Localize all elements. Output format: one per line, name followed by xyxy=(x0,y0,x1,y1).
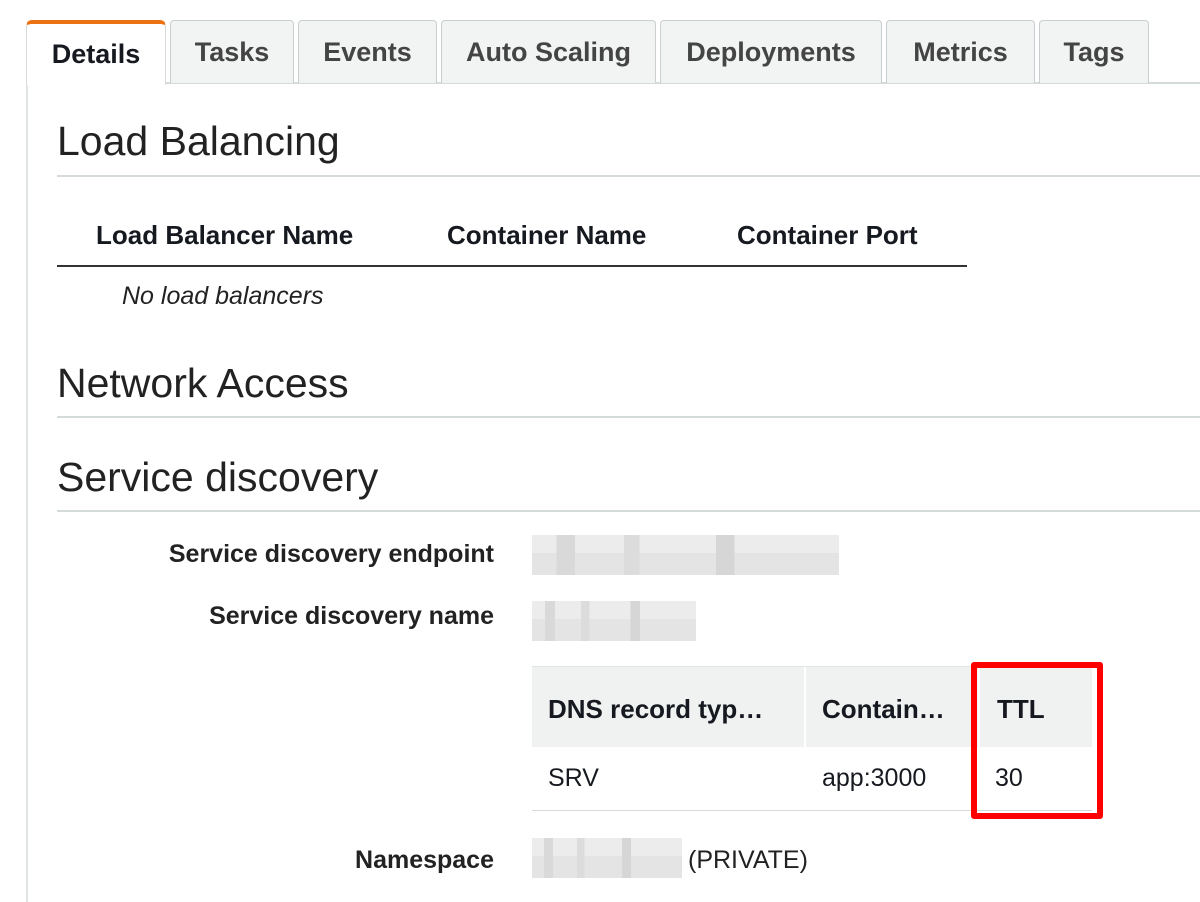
tab-tags[interactable]: Tags xyxy=(1039,20,1149,83)
service-discovery-divider xyxy=(57,510,1200,512)
load-balancing-divider xyxy=(57,175,1200,177)
network-access-divider xyxy=(57,416,1200,418)
tab-deployments[interactable]: Deployments xyxy=(660,20,882,83)
lb-column-load-balancer-name[interactable]: Load Balancer Name xyxy=(96,220,353,251)
tab-metrics[interactable]: Metrics xyxy=(886,20,1035,83)
dns-column-container[interactable]: Contain… xyxy=(822,694,945,725)
dns-column-separator xyxy=(804,667,806,748)
lb-column-container-port[interactable]: Container Port xyxy=(737,220,918,251)
lb-table-header-rule xyxy=(57,265,967,267)
service-discovery-endpoint-redacted xyxy=(532,535,839,575)
service-discovery-endpoint-label: Service discovery endpoint xyxy=(168,540,494,568)
dns-cell-container: app:3000 xyxy=(822,764,927,792)
service-discovery-name-label: Service discovery name xyxy=(209,602,494,630)
tab-auto-scaling[interactable]: Auto Scaling xyxy=(441,20,656,83)
tab-bar: Details Tasks Events Auto Scaling Deploy… xyxy=(0,0,1200,85)
content-frame-border xyxy=(26,84,28,902)
dns-cell-record-type: SRV xyxy=(548,764,599,792)
lb-column-container-name[interactable]: Container Name xyxy=(447,220,646,251)
service-discovery-name-redacted xyxy=(532,601,696,641)
tab-events[interactable]: Events xyxy=(298,20,437,83)
load-balancing-heading: Load Balancing xyxy=(57,118,340,164)
network-access-heading: Network Access xyxy=(57,360,349,406)
lb-empty-message: No load balancers xyxy=(122,282,324,310)
ecs-service-page: Details Tasks Events Auto Scaling Deploy… xyxy=(0,0,1200,902)
tab-tasks[interactable]: Tasks xyxy=(170,20,294,83)
tab-details[interactable]: Details xyxy=(26,20,166,85)
dns-column-record-type[interactable]: DNS record typ… xyxy=(548,694,763,725)
namespace-redacted xyxy=(532,838,682,878)
namespace-label: Namespace xyxy=(355,846,494,874)
service-discovery-heading: Service discovery xyxy=(57,454,379,500)
namespace-type: (PRIVATE) xyxy=(688,846,808,874)
ttl-highlight-box xyxy=(971,662,1103,819)
